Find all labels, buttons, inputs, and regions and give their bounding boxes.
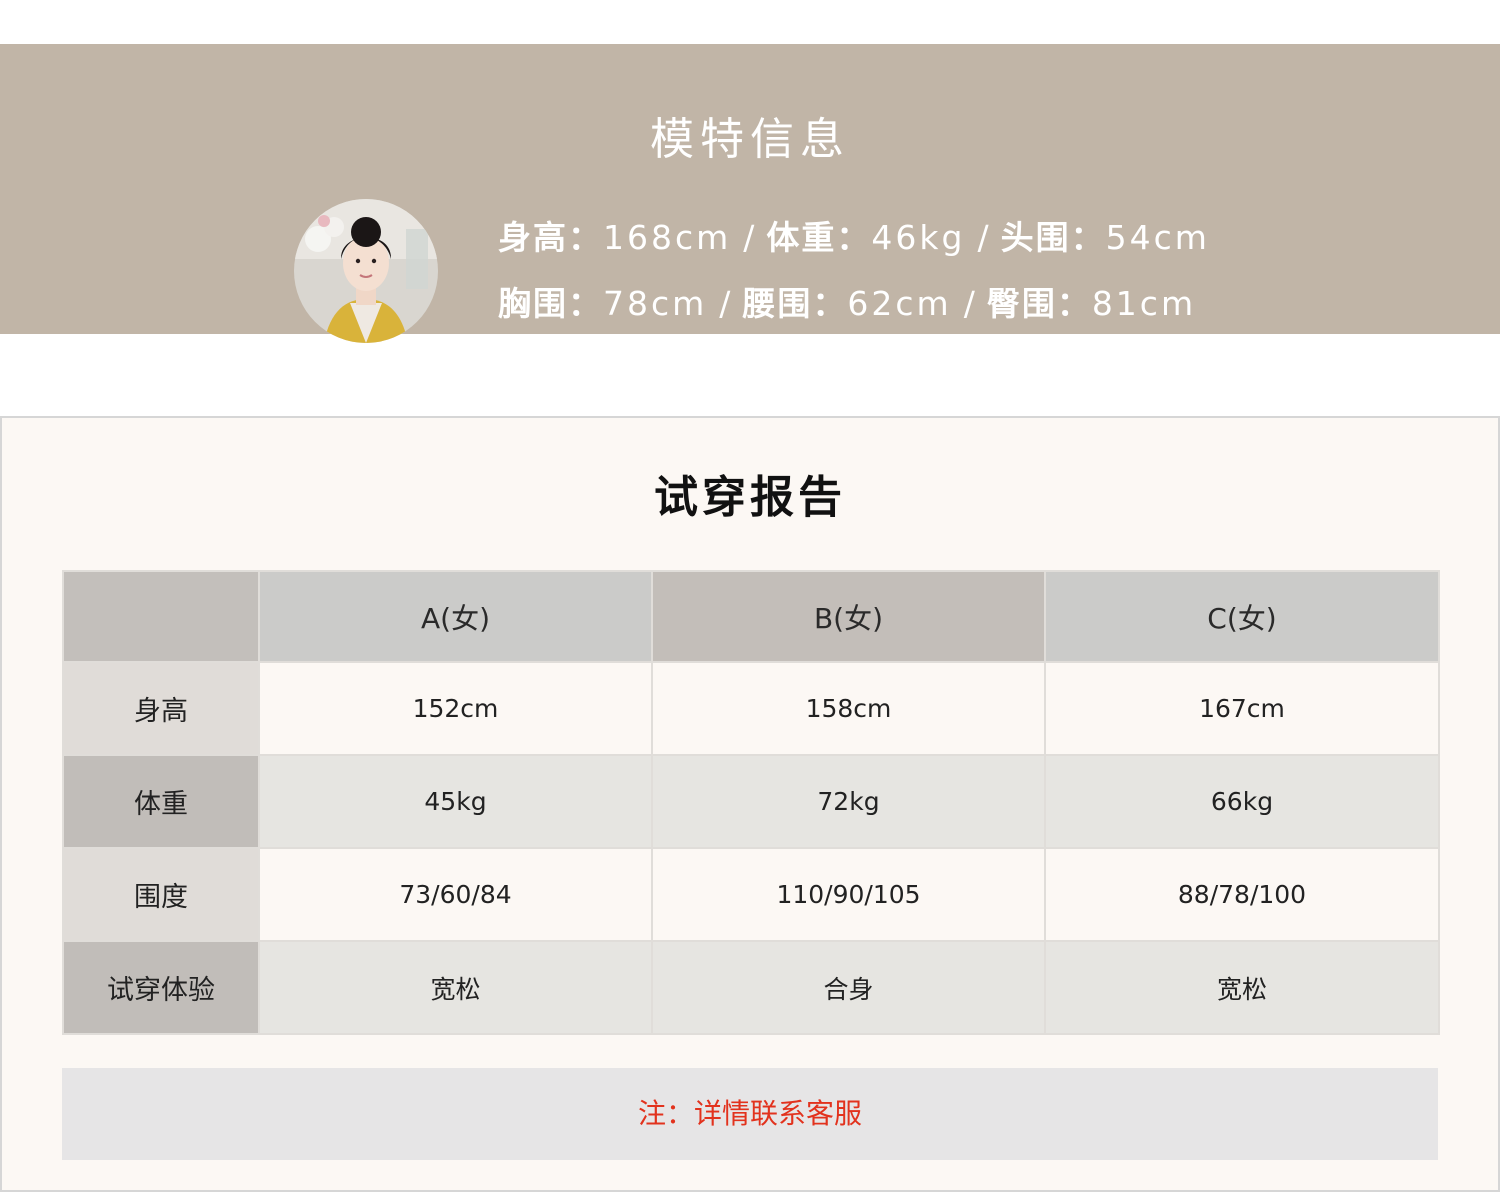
bust-label: 胸围： — [498, 284, 603, 323]
table-cell: 110/90/105 — [651, 847, 1046, 942]
weight-label: 体重： — [766, 218, 872, 257]
table-cell: 宽松 — [1044, 940, 1440, 1035]
bust-value: 78cm — [603, 284, 708, 323]
table-cell: 167cm — [1044, 661, 1440, 756]
table-cell: 72kg — [651, 754, 1046, 849]
stats-row-2: 胸围：78cm / 腰围：62cm / 臀围：81cm — [498, 282, 1210, 348]
stats-row-1: 身高：168cm / 体重：46kg / 头围：54cm — [498, 216, 1210, 282]
row-label: 身高 — [62, 661, 260, 756]
table-cell: 158cm — [651, 661, 1046, 756]
hip-value: 81cm — [1091, 284, 1197, 323]
table-cell: 45kg — [258, 754, 653, 849]
table-cell: 152cm — [258, 661, 653, 756]
head-label: 头围： — [1000, 218, 1106, 257]
separator: / — [719, 284, 731, 323]
row-label: 围度 — [62, 847, 260, 942]
column-header-b: B(女) — [651, 570, 1046, 663]
column-header-a: A(女) — [258, 570, 653, 663]
table-row: 体重 45kg 72kg 66kg — [62, 754, 1440, 849]
weight-value: 46kg — [871, 218, 966, 257]
model-info-title: 模特信息 — [650, 114, 850, 165]
waist-label: 腰围： — [742, 284, 848, 323]
fitting-report-table: A(女) B(女) C(女) 身高 152cm 158cm 167cm 体重 4… — [62, 570, 1440, 1035]
separator: / — [963, 284, 975, 323]
row-label: 体重 — [62, 754, 260, 849]
table-cell: 66kg — [1044, 754, 1440, 849]
header-blank-cell — [62, 570, 260, 663]
model-avatar — [294, 199, 438, 343]
waist-value: 62cm — [847, 284, 952, 323]
separator: / — [743, 218, 755, 257]
model-info-banner: 模特信息 身高：168cm / 体重：46kg / 头围：54cm 胸围：78cm / 腰围… — [0, 44, 1500, 343]
head-value: 54cm — [1105, 218, 1210, 257]
table-cell: 宽松 — [258, 940, 653, 1035]
height-label: 身高： — [498, 218, 603, 257]
table-row: 身高 152cm 158cm 167cm — [62, 661, 1440, 756]
height-value: 168cm — [603, 218, 732, 257]
separator: / — [977, 218, 989, 257]
fitting-report-panel: 试穿报告 A(女) B(女) C(女) 身高 152cm 158cm 167cm… — [0, 416, 1500, 1192]
hip-label: 臀围： — [986, 284, 1092, 323]
column-header-c: C(女) — [1044, 570, 1440, 663]
contact-note: 注：详情联系客服 — [62, 1068, 1438, 1160]
report-title: 试穿报告 — [654, 472, 846, 523]
table-cell: 合身 — [651, 940, 1046, 1035]
table-row: 围度 73/60/84 110/90/105 88/78/100 — [62, 847, 1440, 942]
table-header-row: A(女) B(女) C(女) — [62, 570, 1440, 663]
table-cell: 88/78/100 — [1044, 847, 1440, 942]
row-label: 试穿体验 — [62, 940, 260, 1035]
model-stats: 身高：168cm / 体重：46kg / 头围：54cm 胸围：78cm / 腰围：62cm… — [498, 216, 1210, 348]
table-cell: 73/60/84 — [258, 847, 653, 942]
table-row: 试穿体验 宽松 合身 宽松 — [62, 940, 1440, 1035]
